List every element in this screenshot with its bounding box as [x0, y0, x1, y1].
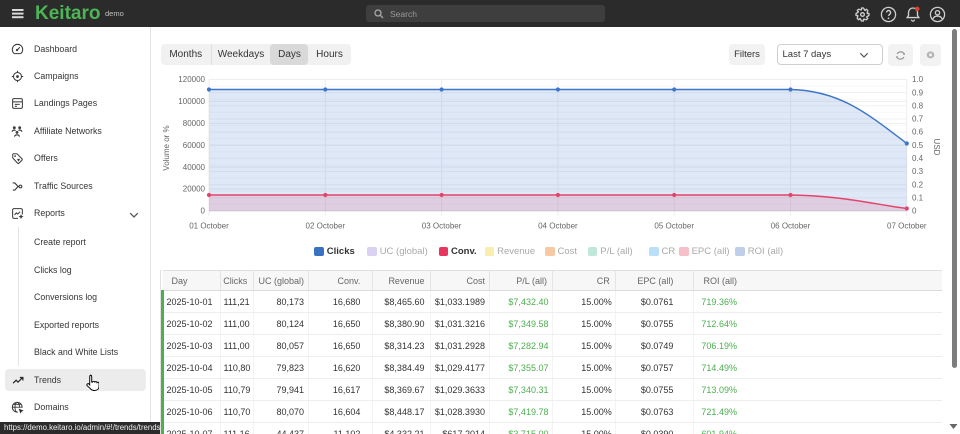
- svg-text:0.8: 0.8: [912, 101, 924, 110]
- svg-text:1.0: 1.0: [912, 75, 924, 84]
- svg-text:60000: 60000: [183, 141, 206, 150]
- svg-text:0.5: 0.5: [912, 141, 924, 150]
- svg-text:0.2: 0.2: [912, 180, 924, 189]
- svg-text:0: 0: [912, 207, 917, 216]
- svg-text:06 October: 06 October: [771, 222, 811, 231]
- svg-text:0.6: 0.6: [912, 128, 924, 137]
- svg-text:02 October: 02 October: [306, 222, 346, 231]
- svg-text:0: 0: [201, 207, 206, 216]
- svg-text:07 October: 07 October: [887, 222, 927, 231]
- svg-text:40000: 40000: [183, 163, 206, 172]
- svg-text:0.9: 0.9: [912, 88, 924, 97]
- svg-text:0.4: 0.4: [912, 154, 924, 163]
- svg-text:120000: 120000: [178, 75, 205, 84]
- svg-text:80000: 80000: [183, 119, 206, 128]
- svg-text:20000: 20000: [183, 185, 206, 194]
- svg-text:04 October: 04 October: [538, 222, 578, 231]
- svg-text:03 October: 03 October: [422, 222, 462, 231]
- svg-text:Volume or %: Volume or %: [162, 125, 171, 170]
- svg-text:01 October: 01 October: [189, 222, 229, 231]
- svg-text:100000: 100000: [178, 97, 205, 106]
- svg-text:0.3: 0.3: [912, 167, 924, 176]
- svg-text:USD: USD: [932, 139, 941, 156]
- svg-text:05 October: 05 October: [654, 222, 694, 231]
- svg-text:0.7: 0.7: [912, 115, 924, 124]
- svg-text:0.1: 0.1: [912, 193, 924, 202]
